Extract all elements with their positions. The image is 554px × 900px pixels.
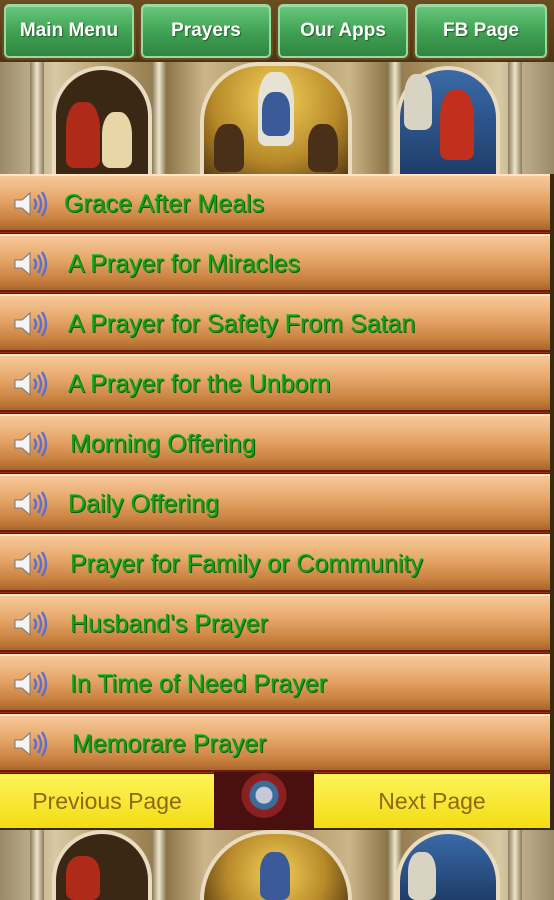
- prayer-title: Daily Offering: [68, 490, 219, 518]
- next-page-button[interactable]: Next Page: [314, 774, 550, 828]
- main-menu-button[interactable]: Main Menu: [4, 4, 134, 58]
- speaker-icon: [14, 611, 48, 637]
- prayer-row[interactable]: In Time of Need Prayer: [0, 654, 550, 710]
- church-altar-image-top: [0, 62, 554, 174]
- speaker-icon: [14, 191, 48, 217]
- prayer-title: Morning Offering: [70, 430, 256, 458]
- speaker-icon: [14, 251, 48, 277]
- church-altar-image-bottom: [0, 830, 554, 900]
- prayer-list: Grace After Meals A Prayer for Miracles A …: [0, 174, 554, 774]
- top-nav-bar: Main Menu Prayers Our Apps FB Page: [0, 0, 554, 62]
- prayer-row[interactable]: Grace After Meals: [0, 174, 550, 230]
- prayer-title: In Time of Need Prayer: [70, 670, 328, 698]
- prayer-row[interactable]: A Prayer for Miracles: [0, 234, 550, 290]
- prayer-row[interactable]: A Prayer for Safety From Satan: [0, 294, 550, 350]
- prayer-row[interactable]: Husband's Prayer: [0, 594, 550, 650]
- prayer-title: Memorare Prayer: [72, 730, 267, 758]
- stained-glass-image: [214, 772, 314, 830]
- prayer-row[interactable]: Prayer for Family or Community: [0, 534, 550, 590]
- prayer-title: Grace After Meals: [64, 190, 265, 218]
- prayer-title: A Prayer for the Unborn: [68, 370, 331, 398]
- pager: Previous Page Next Page: [0, 772, 554, 830]
- speaker-icon: [14, 431, 48, 457]
- speaker-icon: [14, 311, 48, 337]
- prayer-title: Husband's Prayer: [70, 610, 268, 638]
- speaker-icon: [14, 551, 48, 577]
- previous-page-button[interactable]: Previous Page: [0, 774, 214, 828]
- prayer-title: A Prayer for Miracles: [68, 250, 301, 278]
- our-apps-button[interactable]: Our Apps: [278, 4, 408, 58]
- prayer-row[interactable]: Memorare Prayer: [0, 714, 550, 770]
- speaker-icon: [14, 491, 48, 517]
- speaker-icon: [14, 371, 48, 397]
- prayer-title: Prayer for Family or Community: [70, 550, 423, 578]
- speaker-icon: [14, 731, 48, 757]
- prayer-row[interactable]: Morning Offering: [0, 414, 550, 470]
- fb-page-button[interactable]: FB Page: [415, 4, 547, 58]
- speaker-icon: [14, 671, 48, 697]
- prayers-button[interactable]: Prayers: [141, 4, 271, 58]
- prayer-title: A Prayer for Safety From Satan: [68, 310, 416, 338]
- prayer-row[interactable]: A Prayer for the Unborn: [0, 354, 550, 410]
- prayer-row[interactable]: Daily Offering: [0, 474, 550, 530]
